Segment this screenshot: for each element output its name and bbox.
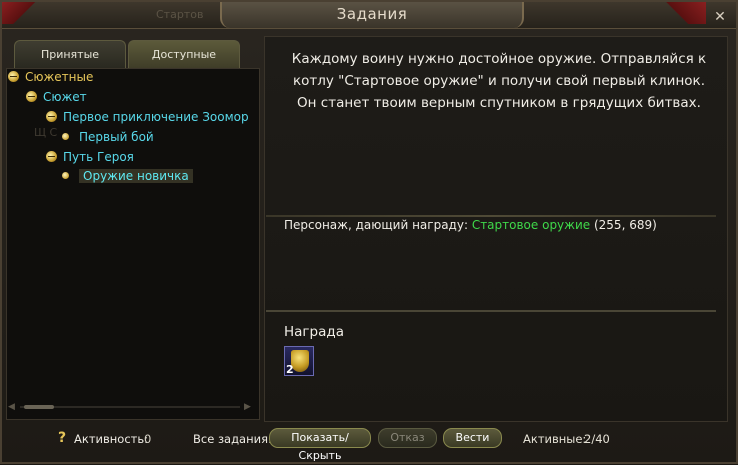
close-icon[interactable]: ✕ [713, 10, 727, 24]
tree-group-plot[interactable]: Сюжет [26, 90, 87, 104]
quest-window: Стартов Задания ✕ Принятые Доступные Щ С… [0, 0, 738, 464]
tree-chain-hero-path[interactable]: Путь Героя [46, 150, 134, 164]
scroll-right-icon[interactable]: ▶ [244, 402, 252, 412]
reward-label: Награда [284, 324, 344, 340]
collapse-icon[interactable] [26, 91, 37, 102]
tree-chain-first-adventure[interactable]: Первое приключение Зоомор [46, 110, 249, 124]
track-button[interactable]: Вести [443, 428, 502, 448]
divider [266, 215, 716, 217]
background-text: Щ С [34, 126, 58, 139]
activity-label: Активность: [74, 432, 148, 446]
reward-item-slot[interactable]: 2 [284, 346, 314, 376]
scroll-thumb[interactable] [24, 405, 54, 409]
reward-count: 2 [286, 363, 294, 376]
title-plate: Задания [220, 2, 524, 28]
help-icon[interactable]: ? [58, 430, 66, 446]
tree-label: Первый бой [79, 130, 154, 144]
tree-quest-novice-weapon[interactable]: Оружие новичка [62, 169, 193, 183]
tree-label: Сюжетные [25, 70, 94, 84]
title-ornament-left [2, 2, 62, 24]
bullet-icon [62, 172, 69, 179]
title-bar: Стартов Задания ✕ [2, 2, 736, 29]
description-line: Он станет твоим верным спутником в гряду… [297, 95, 701, 111]
activity-value: 0 [144, 432, 152, 446]
shield-icon [291, 350, 309, 372]
npc-name-link[interactable]: Стартовое оружие [472, 218, 590, 232]
description-line: Каждому воину нужно достойное оружие. От… [291, 51, 707, 67]
tree-category-story[interactable]: Сюжетные [8, 70, 93, 84]
bottom-bar: ? Активность: 0 Все задания: Показать/Ск… [2, 422, 736, 462]
tree-label: Первое приключение Зоомор [63, 110, 249, 124]
active-quests-value: 2/40 [584, 432, 610, 446]
tree-label: Путь Героя [63, 150, 134, 164]
collapse-icon[interactable] [46, 151, 57, 162]
description-line: котлу "Стартовое оружие" и получи свой п… [292, 73, 705, 89]
show-hide-button[interactable]: Показать/Скрыть [269, 428, 371, 462]
tree-label: Сюжет [43, 90, 87, 104]
bullet-icon [62, 133, 69, 140]
tree-quest-first-battle[interactable]: Первый бой [62, 130, 154, 144]
quest-description: Каждому воину нужно достойное оружие. От… [284, 48, 714, 114]
collapse-icon[interactable] [46, 111, 57, 122]
all-quests-label: Все задания: [193, 432, 272, 446]
window-title: Задания [336, 5, 408, 23]
tab-accepted[interactable]: Принятые [14, 40, 126, 68]
reward-npc-line: Персонаж, дающий награду: Стартовое оруж… [284, 218, 657, 232]
npc-label: Персонаж, дающий награду: [284, 218, 468, 232]
tree-label-selected: Оружие новичка [79, 169, 193, 183]
decline-button[interactable]: Отказ [378, 428, 437, 448]
npc-coords: (255, 689) [593, 218, 657, 232]
collapse-icon[interactable] [8, 71, 19, 82]
divider [266, 310, 716, 312]
title-ornament-right [616, 2, 706, 24]
scroll-left-icon[interactable]: ◀ [8, 402, 16, 412]
horizontal-scrollbar[interactable]: ◀ ▶ [8, 402, 252, 412]
tab-available[interactable]: Доступные [128, 40, 240, 68]
background-text: Стартов [156, 8, 204, 21]
active-quests-label: Активные: [523, 432, 587, 446]
